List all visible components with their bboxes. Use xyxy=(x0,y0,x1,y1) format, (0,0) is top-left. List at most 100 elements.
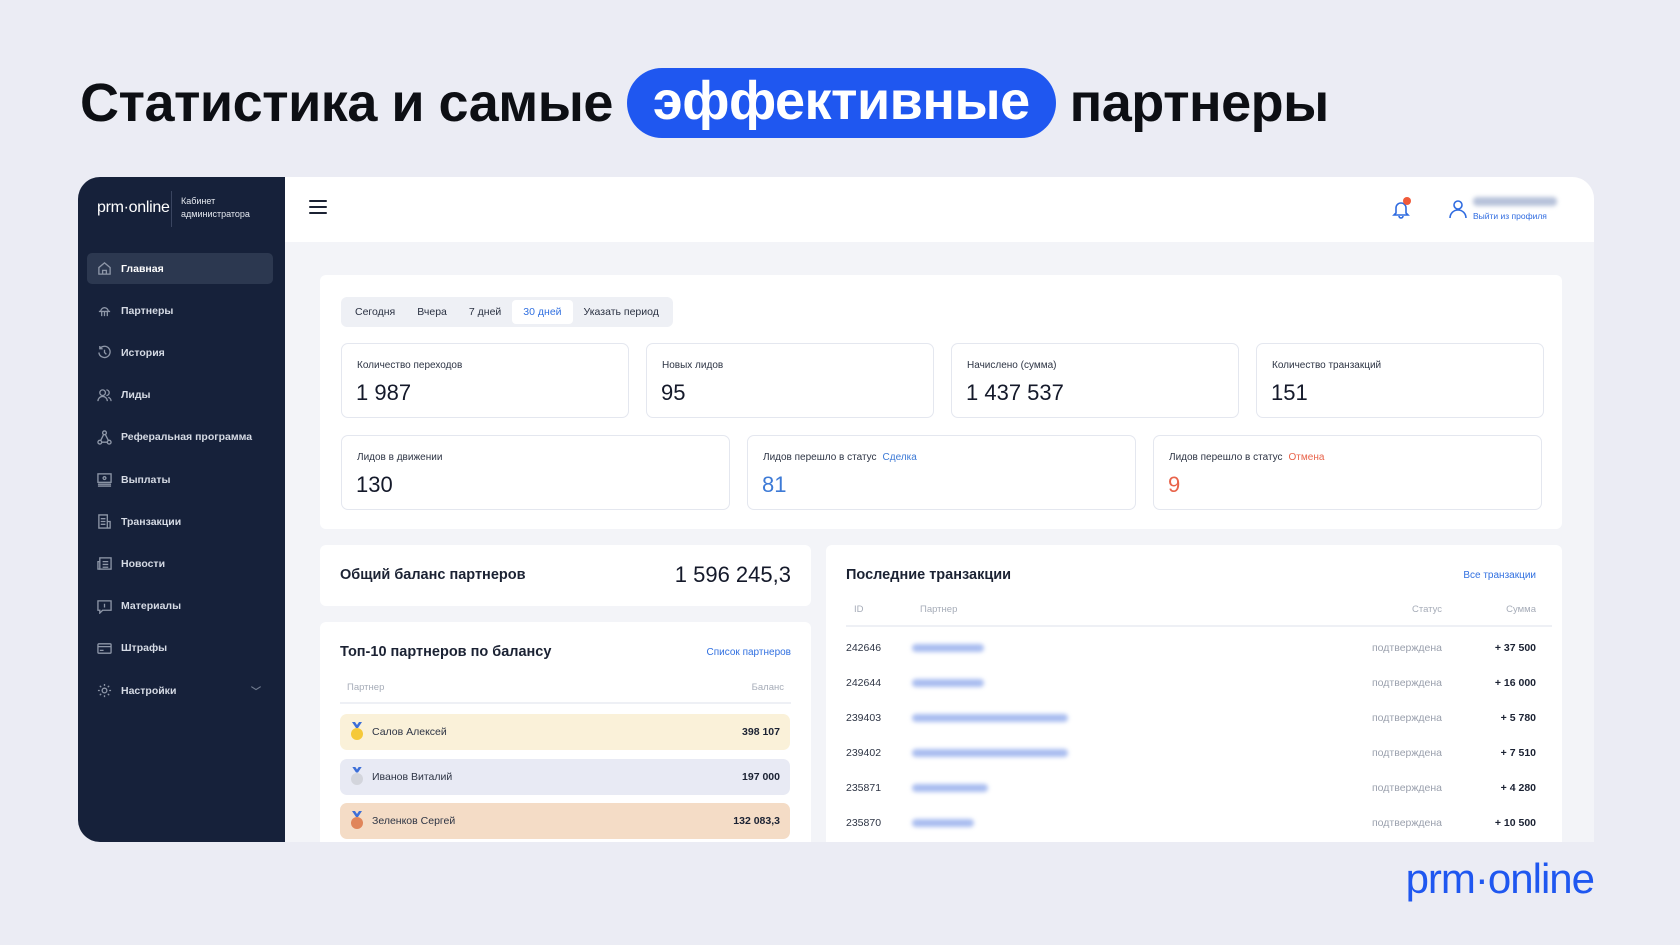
partner-name: Зеленков Сергей xyxy=(372,815,456,827)
col-partner: Партнер xyxy=(920,604,958,615)
transaction-id: 242646 xyxy=(846,642,882,654)
silver-medal-icon xyxy=(350,767,364,787)
balance-title: Общий баланс партнеров xyxy=(340,567,526,583)
partner-name-blurred[interactable] xyxy=(912,679,984,687)
transaction-sum: + 7 510 xyxy=(1500,747,1536,759)
transaction-sum: + 10 500 xyxy=(1494,817,1536,829)
partner-name: Салов Алексей xyxy=(372,726,447,738)
logout-link[interactable]: Выйти из профиля xyxy=(1473,211,1547,221)
transaction-sum: + 4 280 xyxy=(1500,782,1536,794)
transactions-card: Последние транзакции Все транзакции ID П… xyxy=(826,545,1562,842)
transaction-id: 235870 xyxy=(846,817,882,829)
headline-text-end: партнеры xyxy=(1069,73,1330,133)
sidebar-item-label: Настройки xyxy=(121,684,177,697)
stat-value: 1 437 537 xyxy=(966,380,1064,405)
all-transactions-link[interactable]: Все транзакции xyxy=(1463,570,1536,581)
payouts-icon xyxy=(97,473,112,487)
app-window: prm·online Кабинет администратора Главна… xyxy=(78,177,1594,842)
tab-period-0[interactable]: Сегодня xyxy=(344,300,406,324)
stat-card: Начислено (сумма) 1 437 537 xyxy=(951,343,1239,418)
transaction-id: 242644 xyxy=(846,677,882,689)
logo[interactable]: prm·online xyxy=(97,199,170,217)
stat-label: Количество транзакций xyxy=(1272,360,1382,371)
sidebar-item-label: Штрафы xyxy=(121,642,168,655)
sidebar-item-2[interactable]: История xyxy=(87,337,273,368)
sidebar: prm·online Кабинет администратора Главна… xyxy=(78,177,285,842)
transaction-row[interactable]: 235871 подтверждена + 4 280 xyxy=(846,778,1536,798)
transaction-sum: + 37 500 xyxy=(1494,642,1536,654)
top-partners-title: Топ-10 партнеров по балансу xyxy=(340,644,552,660)
partner-balance: 197 000 xyxy=(742,770,780,783)
transaction-row[interactable]: 242646 подтверждена + 37 500 xyxy=(846,638,1536,658)
user-icon[interactable] xyxy=(1449,199,1467,219)
gear-icon xyxy=(97,683,112,698)
divider xyxy=(340,702,791,704)
receipt-icon xyxy=(98,514,111,529)
transaction-status: подтверждена xyxy=(1372,642,1442,654)
col-sum: Сумма xyxy=(1506,604,1536,615)
transaction-row[interactable]: 239402 подтверждена + 7 510 xyxy=(846,743,1536,763)
stat-label: Лидов перешло в статус Сделка xyxy=(763,452,917,463)
transaction-status: подтверждена xyxy=(1372,677,1442,689)
sidebar-item-label: Выплаты xyxy=(121,473,171,486)
transaction-row[interactable]: 242644 подтверждена + 16 000 xyxy=(846,673,1536,693)
sidebar-item-1[interactable]: Партнеры xyxy=(87,295,273,326)
sidebar-item-0[interactable]: Главная xyxy=(87,253,273,284)
sidebar-item-4[interactable]: Реферальная программа xyxy=(87,422,273,453)
partner-row[interactable]: Иванов Виталий 197 000 xyxy=(340,758,790,795)
transaction-sum: + 16 000 xyxy=(1494,677,1536,689)
tab-period-1[interactable]: Вчера xyxy=(406,300,458,324)
partner-name-blurred[interactable] xyxy=(912,749,1068,757)
sidebar-item-label: Партнеры xyxy=(121,304,174,317)
materials-icon xyxy=(97,599,112,614)
partner-name-blurred[interactable] xyxy=(912,819,974,827)
tab-period-3[interactable]: 30 дней xyxy=(512,300,573,324)
transaction-row[interactable]: 235870 подтверждена + 10 500 xyxy=(846,813,1536,833)
menu-icon[interactable] xyxy=(309,200,327,214)
stat-label-text: Лидов в движении xyxy=(357,452,443,463)
sidebar-item-8[interactable]: Материалы xyxy=(87,591,273,622)
transaction-status: подтверждена xyxy=(1372,712,1442,724)
top-header: Выйти из профиля ▼ xyxy=(285,177,1594,242)
stat-label: Количество переходов xyxy=(357,360,463,371)
tab-period-2[interactable]: 7 дней xyxy=(458,300,512,324)
sidebar-item-10[interactable]: Настройки ﹀ xyxy=(87,675,273,706)
sidebar-item-3[interactable]: Лиды xyxy=(87,380,273,411)
sidebar-item-7[interactable]: Новости xyxy=(87,548,273,579)
partner-row[interactable]: Салов Алексей 398 107 xyxy=(340,714,790,750)
stat-label-text: Лидов перешло в статус xyxy=(763,452,877,463)
sidebar-item-6[interactable]: Транзакции xyxy=(87,506,273,537)
headline: Статистика и самые эффективные партнеры xyxy=(80,68,1329,138)
partner-name-blurred[interactable] xyxy=(912,714,1068,722)
partner-row[interactable]: Зеленков Сергей 132 083,3 xyxy=(340,803,790,839)
stat-card: Количество переходов 1 987 xyxy=(341,343,629,418)
partner-name-blurred[interactable] xyxy=(912,644,984,652)
chevron-down-icon[interactable]: ﹀ xyxy=(251,683,261,698)
cabinet-label: Кабинет администратора xyxy=(181,196,250,219)
balance-value: 1 596 245,3 xyxy=(674,562,791,587)
partner-name-blurred[interactable] xyxy=(912,784,988,792)
col-status: Статус xyxy=(1411,604,1442,615)
footer-logo: prm·online xyxy=(1405,855,1595,902)
partners-list-link[interactable]: Список партнеров xyxy=(707,647,791,658)
sidebar-item-9[interactable]: Штрафы xyxy=(87,633,273,664)
stats-panel: Сегодня Вчера 7 дней 30 дней Указать период … xyxy=(320,275,1562,529)
tab-period-4[interactable]: Указать период xyxy=(573,300,670,324)
headline-highlight: эффективные xyxy=(626,68,1056,138)
headline-text: Статистика и самые xyxy=(80,73,613,133)
stat-value: 95 xyxy=(661,380,686,405)
stat-card: Количество транзакций 151 xyxy=(1256,343,1544,418)
status-tag: Отмена xyxy=(1288,452,1325,463)
total-balance-card: Общий баланс партнеров 1 596 245,3 xyxy=(320,545,811,606)
partner-balance: 398 107 xyxy=(742,726,780,738)
sidebar-item-5[interactable]: Выплаты xyxy=(87,464,273,495)
transaction-row[interactable]: 239403 подтверждена + 5 780 xyxy=(846,708,1536,728)
status-tag: Сделка xyxy=(882,452,917,463)
stat-card: Лидов перешло в статус Отмена 9 xyxy=(1153,435,1542,510)
col-balance: Баланс xyxy=(751,682,784,693)
stat-label: Новых лидов xyxy=(662,360,724,371)
transaction-id: 239403 xyxy=(846,712,882,724)
stat-card: Лидов в движении 130 xyxy=(341,435,730,510)
transaction-status: подтверждена xyxy=(1372,782,1442,794)
sidebar-item-label: Материалы xyxy=(121,600,182,613)
